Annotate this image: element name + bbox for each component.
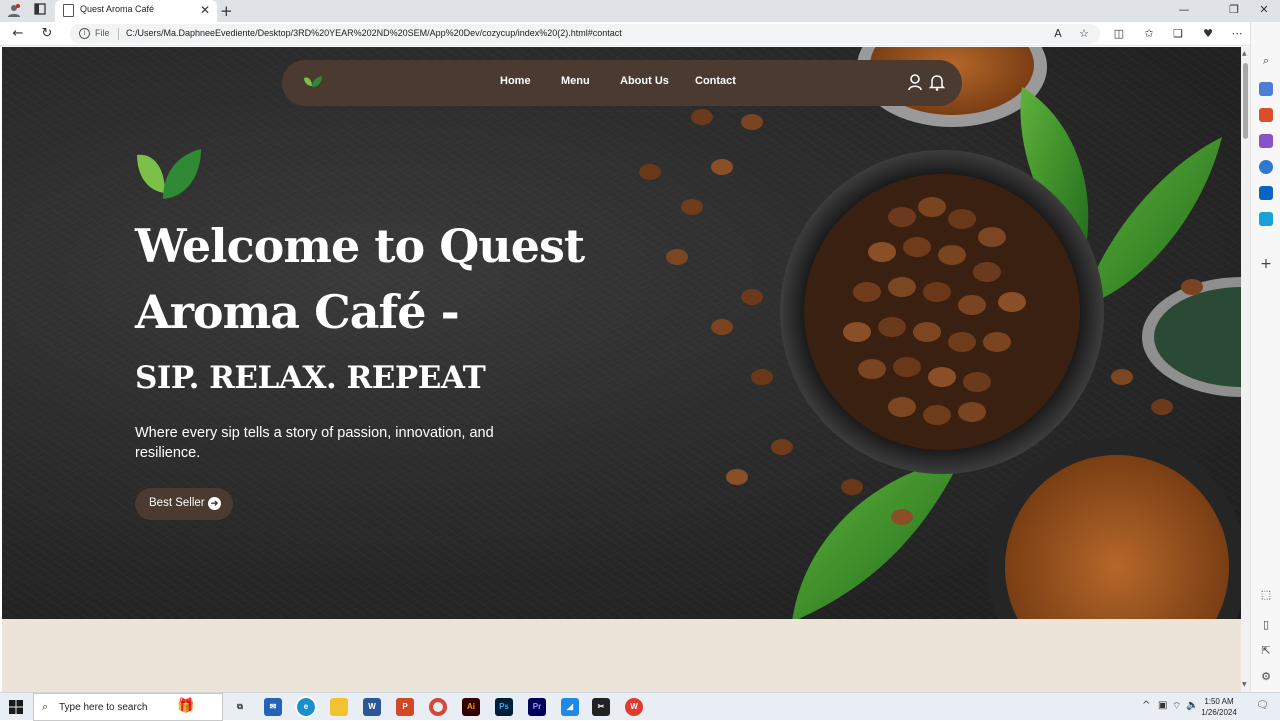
windows-taskbar: ⌕ Type here to search 🎁 ⧉ ✉ e W P Ai Ps … bbox=[0, 692, 1280, 721]
vscode-app-icon[interactable]: ◢ bbox=[561, 698, 579, 716]
taskbar-search-placeholder: Type here to search bbox=[59, 702, 148, 713]
outlook-icon[interactable] bbox=[1259, 186, 1273, 200]
user-icon[interactable] bbox=[907, 73, 923, 91]
maximize-icon[interactable]: ❐ bbox=[1226, 3, 1242, 16]
extensions-icon[interactable]: ♥ bbox=[1199, 25, 1217, 43]
close-window-icon[interactable]: ✕ bbox=[1256, 3, 1272, 16]
task-view-icon[interactable]: ⧉ bbox=[231, 698, 249, 716]
screenshot-icon[interactable]: ⬚ bbox=[1258, 588, 1274, 601]
add-sidebar-app-icon[interactable]: + bbox=[1258, 256, 1274, 272]
photoshop-app-icon[interactable]: Ps bbox=[495, 698, 513, 716]
tab-active[interactable]: Quest Aroma Café ✕ bbox=[55, 0, 217, 22]
leaf-logo-icon[interactable] bbox=[302, 72, 324, 90]
open-external-icon[interactable]: ⇱ bbox=[1258, 644, 1274, 657]
capcut-app-icon[interactable]: ✂ bbox=[592, 698, 610, 716]
hide-sidebar-icon[interactable]: ▯ bbox=[1258, 618, 1274, 631]
hero-description: Where every sip tells a story of passion… bbox=[135, 425, 494, 461]
chrome-app-icon[interactable] bbox=[429, 698, 447, 716]
minimize-icon[interactable]: — bbox=[1176, 3, 1192, 16]
premiere-app-icon[interactable]: Pr bbox=[528, 698, 546, 716]
clock-date: 1/26/2024 bbox=[1201, 708, 1237, 717]
powerpoint-app-icon[interactable]: P bbox=[396, 698, 414, 716]
arrow-right-icon: ➜ bbox=[208, 497, 221, 510]
collections-icon[interactable]: ❏ bbox=[1169, 25, 1187, 43]
windows-start-icon[interactable] bbox=[9, 700, 23, 714]
close-tab-icon[interactable]: ✕ bbox=[200, 3, 210, 17]
clock-time: 1:50 AM bbox=[1204, 697, 1234, 706]
mail-app-icon[interactable]: ✉ bbox=[264, 698, 282, 716]
microsoft-365-icon[interactable] bbox=[1259, 160, 1273, 174]
new-tab-icon[interactable]: + bbox=[220, 2, 233, 20]
site-navbar: Home Menu About Us Contact bbox=[282, 60, 962, 106]
drop-icon[interactable] bbox=[1259, 212, 1273, 226]
search-icon: ⌕ bbox=[42, 700, 49, 713]
taskbar-clock[interactable]: 1:50 AM 1/26/2024 bbox=[1197, 696, 1241, 718]
search-icon[interactable]: ⌕ bbox=[1258, 54, 1274, 68]
tab-title: Quest Aroma Café bbox=[80, 4, 155, 14]
profile-icon[interactable] bbox=[6, 3, 22, 19]
favorite-star-icon[interactable]: ☆ bbox=[1075, 25, 1093, 43]
scroll-thumb[interactable] bbox=[1243, 63, 1248, 139]
page-scrollbar[interactable]: ▲ ▼ bbox=[1241, 47, 1250, 692]
gift-decoration-icon: 🎁 bbox=[177, 698, 195, 714]
address-bar: ← ↻ i File C:/Users/Ma.DaphneeEvediente/… bbox=[0, 22, 1280, 46]
sidebar-settings-icon[interactable]: ⚙ bbox=[1258, 670, 1274, 683]
illustrator-app-icon[interactable]: Ai bbox=[462, 698, 480, 716]
reload-icon[interactable]: ↻ bbox=[38, 25, 56, 43]
nav-menu[interactable]: Menu bbox=[561, 75, 590, 87]
url-divider bbox=[118, 28, 119, 40]
back-icon[interactable]: ← bbox=[9, 25, 27, 43]
word-app-icon[interactable]: W bbox=[363, 698, 381, 716]
tab-actions-icon[interactable] bbox=[32, 3, 48, 19]
coffee-beans-illustration bbox=[639, 47, 1241, 619]
edge-sidebar: ⌕ + ⬚ ▯ ⇱ ⚙ bbox=[1250, 22, 1280, 692]
edge-app-icon[interactable]: e bbox=[295, 696, 317, 718]
scroll-up-icon[interactable]: ▲ bbox=[1242, 50, 1247, 57]
shopping-icon[interactable] bbox=[1259, 82, 1273, 96]
page-viewport: Home Menu About Us Contact Welcome to Qu… bbox=[2, 47, 1241, 692]
file-icon bbox=[63, 4, 74, 17]
hero-section: Home Menu About Us Contact Welcome to Qu… bbox=[2, 47, 1241, 619]
best-seller-button[interactable]: Best Seller ➜ bbox=[135, 488, 233, 520]
games-icon[interactable] bbox=[1259, 134, 1273, 148]
info-icon[interactable]: i bbox=[79, 28, 90, 39]
nav-about-us[interactable]: About Us bbox=[620, 75, 669, 87]
url-protocol: File bbox=[95, 28, 110, 38]
settings-more-icon[interactable]: ⋯ bbox=[1228, 25, 1246, 43]
notification-icon[interactable]: 🗨 bbox=[1256, 700, 1269, 711]
url-text[interactable]: C:/Users/Ma.DaphneeEvediente/Desktop/3RD… bbox=[126, 28, 622, 38]
wps-app-icon[interactable]: W bbox=[625, 698, 643, 716]
browser-tab-bar: Quest Aroma Café ✕ + — ❐ ✕ bbox=[0, 0, 1280, 22]
taskbar-search[interactable]: ⌕ Type here to search 🎁 bbox=[33, 693, 223, 721]
split-screen-icon[interactable]: ◫ bbox=[1110, 25, 1128, 43]
bell-icon[interactable] bbox=[929, 73, 945, 91]
tray-network-icon[interactable]: ▣ bbox=[1158, 700, 1167, 711]
nav-home[interactable]: Home bbox=[500, 75, 531, 87]
leaf-brand-icon bbox=[137, 149, 201, 199]
tools-icon[interactable] bbox=[1259, 108, 1273, 122]
hero-tagline: SIP. RELAX. REPEAT bbox=[135, 360, 486, 396]
tray-chevron-icon[interactable]: ^ bbox=[1142, 700, 1150, 711]
read-aloud-icon[interactable]: A bbox=[1049, 25, 1067, 43]
hero-title: Welcome to Quest Aroma Café - bbox=[135, 219, 585, 339]
nav-contact[interactable]: Contact bbox=[695, 75, 736, 87]
file-explorer-icon[interactable] bbox=[330, 698, 348, 716]
tray-wifi-icon[interactable]: ⌔ bbox=[1172, 700, 1181, 713]
best-seller-label: Best Seller bbox=[149, 497, 205, 509]
favorites-icon[interactable]: ✩ bbox=[1140, 25, 1158, 43]
scroll-down-icon[interactable]: ▼ bbox=[1242, 681, 1247, 688]
url-field[interactable]: i File C:/Users/Ma.DaphneeEvediente/Desk… bbox=[70, 24, 1100, 44]
